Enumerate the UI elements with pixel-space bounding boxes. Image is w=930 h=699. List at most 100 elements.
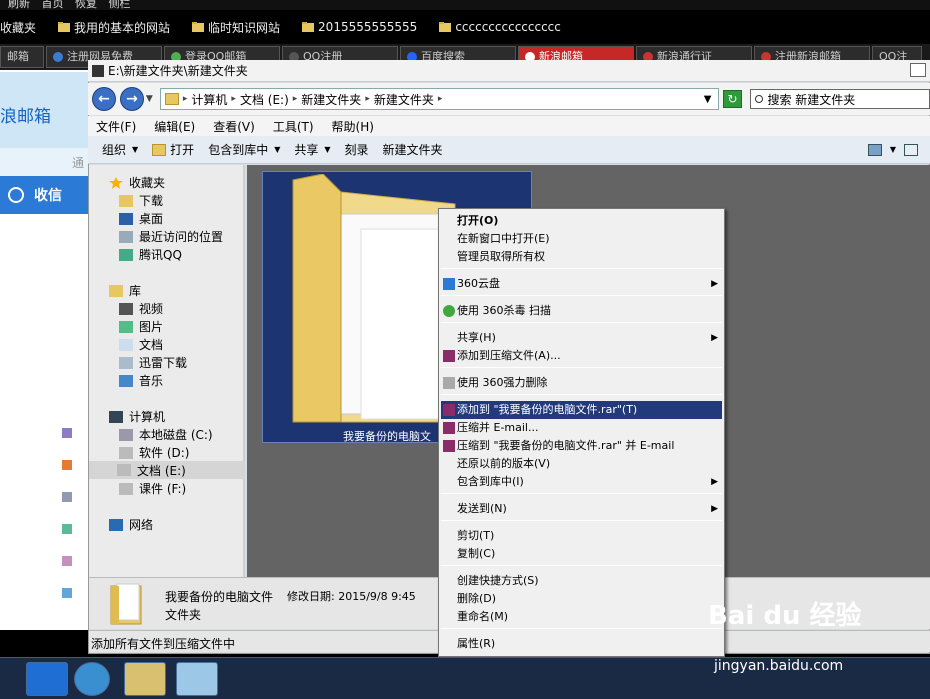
nav-thunder[interactable]: 迅雷下载 [119,354,187,371]
nav-desktop[interactable]: 桌面 [119,210,163,227]
nav-drive-f[interactable]: 课件 (F:) [119,480,186,497]
minimize-button[interactable] [910,63,926,77]
nav-label: 视频 [139,302,164,316]
menu-restore[interactable]: 恢复 [75,0,97,10]
chevron-icon[interactable]: ▸ [438,94,443,104]
nav-drive-c[interactable]: 本地磁盘 (C:) [119,426,213,443]
taskbar-browser-icon[interactable] [74,662,110,696]
nav-music[interactable]: 音乐 [119,372,163,389]
bookmark-folder[interactable]: 我用的基本的网站 [50,19,170,36]
ctx-create-shortcut[interactable]: 创建快捷方式(S) [441,572,722,590]
ctx-compress-rar-email[interactable]: 压缩到 "我要备份的电脑文件.rar" 并 E-mail [441,437,722,455]
ctx-360-scan[interactable]: 使用 360杀毒 扫描 [441,302,722,320]
address-row: ← → ▼ ▸ 计算机 ▸ 文档 (E:) ▸ 新建文件夹 ▸ 新建文件夹 ▸ … [88,83,930,115]
menu-help[interactable]: 帮助(H) [332,118,384,135]
forward-icon[interactable]: → [119,87,144,111]
nav-libraries[interactable]: 库 [109,282,141,299]
nav-network[interactable]: 网络 [109,516,153,533]
drive-icon [119,446,133,459]
bookmark-label: 我用的基本的网站 [74,20,171,35]
menu-tools[interactable]: 工具(T) [273,118,324,135]
ctx-compress-email[interactable]: 压缩并 E-mail... [441,419,722,437]
chevron-icon[interactable]: ▸ [365,94,370,104]
refresh-icon[interactable]: ↻ [722,90,743,108]
nav-label: 本地磁盘 (C:) [139,428,213,442]
separator [441,367,722,368]
taskbar-app-icon[interactable] [26,662,68,696]
menu-home[interactable]: 首页 [42,0,64,10]
taskbar-paint-icon[interactable] [124,662,166,696]
ctx-properties[interactable]: 属性(R) [441,635,722,653]
menu-sidebar[interactable]: 侧栏 [109,0,131,10]
nav-documents[interactable]: 文档 [119,336,163,353]
web-nav-hint[interactable]: 通 [0,148,88,176]
breadcrumb-item[interactable]: 文档 (E:) [240,91,289,108]
chevron-icon[interactable]: ▸ [293,94,298,104]
ctx-open-new-window[interactable]: 在新窗口中打开(E) [441,230,722,248]
ctx-rename[interactable]: 重命名(M) [441,608,722,626]
nav-pictures[interactable]: 图片 [119,318,163,335]
search-input[interactable]: 搜索 新建文件夹 [750,89,930,109]
address-dropdown-icon[interactable]: ▼ [704,94,712,105]
ctx-label: 添加到 "我要备份的电脑文件.rar"(T) [457,403,638,416]
nav-label: 库 [129,284,142,298]
menu-view[interactable]: 查看(V) [213,118,265,135]
ctx-360-cloud[interactable]: 360云盘 ▶ [441,275,722,293]
ctx-delete[interactable]: 删除(D) [441,590,722,608]
chevron-down-icon: ▼ [324,145,331,154]
menu-file[interactable]: 文件(F) [96,118,146,135]
view-options-icon[interactable] [867,143,882,156]
chevron-icon[interactable]: ▸ [231,94,236,104]
nav-downloads[interactable]: 下载 [119,192,163,209]
nav-videos[interactable]: 视频 [119,300,163,317]
ctx-send-to[interactable]: 发送到(N) ▶ [441,500,722,518]
preview-pane-icon[interactable] [904,143,918,156]
burn-label: 刻录 [344,143,369,157]
organize-button[interactable]: 组织 ▼ [102,141,138,158]
nav-favorites[interactable]: 收藏夹 [109,174,165,191]
ctx-restore-versions[interactable]: 还原以前的版本(V) [441,455,722,473]
ctx-open[interactable]: 打开(O) [441,212,722,230]
ctx-cut[interactable]: 剪切(T) [441,527,722,545]
menu-refresh[interactable]: 刷新 [8,0,30,10]
ctx-force-delete[interactable]: 使用 360强力删除 [441,374,722,392]
explorer-titlebar[interactable]: E:\新建文件夹\新建文件夹 [88,60,930,82]
burn-button[interactable]: 刻录 [345,141,369,158]
nav-drive-e[interactable]: 文档 (E:) [89,461,245,479]
ctx-take-ownership[interactable]: 管理员取得所有权 [441,248,722,266]
nav-tencent[interactable]: 腾讯QQ [119,246,182,263]
history-dropdown-icon[interactable]: ▼ [146,87,156,111]
nav-computer[interactable]: 计算机 [109,408,165,425]
folder-icon [152,143,167,156]
taskbar-notes-icon[interactable] [176,662,218,696]
breadcrumb-item[interactable]: 新建文件夹 [301,91,361,108]
ctx-copy[interactable]: 复制(C) [441,545,722,563]
ctx-include-library[interactable]: 包含到库中(I) ▶ [441,473,722,491]
bookmark-folder[interactable]: 临时知识网站 [184,19,280,36]
new-folder-button[interactable]: 新建文件夹 [383,141,443,158]
open-button[interactable]: 打开 [152,141,194,158]
inbox-button[interactable]: 收信 [0,176,88,214]
bookmark-folder[interactable]: 2015555555555 [294,20,417,34]
tab[interactable]: 邮箱 [0,46,44,68]
back-icon[interactable]: ← [92,87,116,111]
bookmark-favorites[interactable]: 收藏夹 [0,19,36,36]
breadcrumb-item[interactable]: 计算机 [191,91,227,108]
share-button[interactable]: 共享 ▼ [294,141,330,158]
ctx-share[interactable]: 共享(H) ▶ [441,329,722,347]
ctx-add-to-rar[interactable]: 添加到 "我要备份的电脑文件.rar"(T) [441,401,722,419]
chevron-down-icon[interactable]: ▼ [890,145,896,154]
bookmark-label: 2015555555555 [318,20,418,34]
include-library-button[interactable]: 包含到库中 ▼ [208,141,280,158]
chevron-icon[interactable]: ▸ [183,94,188,104]
bookmark-folder[interactable]: cccccccccccccccc [431,20,561,34]
menu-edit[interactable]: 编辑(E) [154,118,205,135]
folder-icon [164,93,179,105]
address-bar[interactable]: ▸ 计算机 ▸ 文档 (E:) ▸ 新建文件夹 ▸ 新建文件夹 ▸ ▼ [159,88,719,110]
refresh-icon [8,187,24,203]
nav-label: 收藏夹 [129,176,166,190]
breadcrumb-item[interactable]: 新建文件夹 [374,91,434,108]
ctx-add-archive[interactable]: 添加到压缩文件(A)... [441,347,722,365]
nav-recent[interactable]: 最近访问的位置 [119,228,223,245]
nav-drive-d[interactable]: 软件 (D:) [119,444,189,461]
